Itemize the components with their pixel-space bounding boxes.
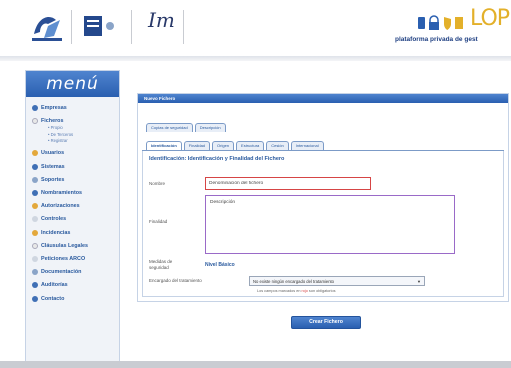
- sidebar-item-incidencias[interactable]: Incidencias: [32, 226, 119, 239]
- sidebar-item-label: Documentación: [41, 269, 82, 276]
- sidebar-item-label: Sistemas: [41, 163, 65, 170]
- sidebar-item-peticiones[interactable]: Peticiones ARCO: [32, 252, 119, 265]
- folder-icon: [32, 117, 38, 124]
- tab-cesion[interactable]: Cesión: [266, 141, 289, 150]
- menu-list: Empresas Ficheros Propio De Terceros Reg…: [26, 97, 119, 305]
- sidebar-item-autorizaciones[interactable]: Autorizaciones: [32, 200, 119, 213]
- brand-icons: [418, 14, 464, 34]
- doc-icon: [455, 17, 463, 29]
- security-label: Medidas de seguridad: [149, 259, 173, 270]
- required-fields-note: Los campos marcados en rojo son obligato…: [257, 289, 336, 293]
- docs-icon: [32, 269, 38, 276]
- encargado-label: Encargado del tratamiento: [149, 278, 202, 283]
- audit-icon: [32, 282, 38, 289]
- tab-copias-seguridad[interactable]: Copias de seguridad: [146, 123, 193, 132]
- sidebar-title: menú: [26, 71, 119, 97]
- submenu-item-registrar[interactable]: Registrar: [48, 138, 119, 145]
- partner-logo-icon: [84, 16, 114, 36]
- tabs-row-2: Identificación Finalidad Origen Estructu…: [146, 141, 324, 150]
- warning-icon: [32, 229, 38, 236]
- header-divider: [0, 56, 511, 61]
- header: Im LOP plataforma privada de gest: [0, 0, 511, 61]
- sidebar-item-label: Soportes: [41, 176, 65, 183]
- check-icon: [32, 216, 38, 223]
- contact-icon: [32, 295, 38, 302]
- lock-icon: [429, 15, 439, 22]
- tab-internacional[interactable]: Internacional: [290, 141, 324, 150]
- sidebar-item-label: Ficheros: [41, 117, 64, 124]
- panel-title: Nuevo Fichero: [138, 94, 508, 103]
- sidebar-item-label: Contacto: [41, 295, 65, 302]
- encargado-select[interactable]: No existe ningún encargado del tratamien…: [249, 276, 425, 286]
- im-logo-text[interactable]: Im: [148, 8, 175, 32]
- sidebar-item-empresas[interactable]: Empresas: [32, 101, 119, 114]
- user-badge-icon: [32, 190, 38, 197]
- tab-origen[interactable]: Origen: [212, 141, 235, 150]
- finalidad-textarea[interactable]: Descripción: [205, 195, 455, 254]
- monitor-icon: [32, 163, 38, 170]
- sidebar-item-label: Empresas: [41, 104, 67, 111]
- new-file-panel: Nuevo Fichero Copias de seguridad Descri…: [137, 93, 509, 302]
- sidebar-item-label: Controles: [41, 216, 67, 223]
- security-level-link[interactable]: Nivel Básico: [205, 262, 235, 268]
- sidebar-item-label: Usuarios: [41, 150, 65, 157]
- sidebar-menu: menú Empresas Ficheros Propio De Tercero…: [25, 70, 120, 362]
- ficheros-submenu: Propio De Terceros Registrar: [32, 125, 119, 145]
- phone-icon: [418, 17, 425, 29]
- disk-icon: [32, 176, 38, 183]
- request-icon: [32, 255, 38, 262]
- sidebar-item-clausulas[interactable]: Cláusulas Legales: [32, 239, 119, 252]
- logo-separator: [131, 10, 132, 44]
- logo-separator: [183, 10, 184, 44]
- encargado-selected-value: No existe ningún encargado del tratamien…: [253, 278, 335, 284]
- sidebar-item-label: Incidencias: [41, 229, 71, 236]
- users-icon: [32, 150, 38, 157]
- tab-identificacion[interactable]: Identificación: [146, 141, 182, 150]
- sidebar-item-sistemas[interactable]: Sistemas: [32, 160, 119, 173]
- company-logo-icon: [32, 16, 62, 41]
- logo-separator: [71, 10, 72, 44]
- sidebar-item-label: Cláusulas Legales: [41, 242, 89, 249]
- brand-logo-text[interactable]: LOP: [470, 6, 510, 31]
- building-icon: [32, 104, 38, 111]
- section-title: Identificación: Identificación y Finalid…: [149, 156, 285, 162]
- sidebar-item-label: Autorizaciones: [41, 203, 80, 210]
- finalidad-label: Finalidad: [149, 219, 168, 224]
- tabs-row-1: Copias de seguridad Descripción: [146, 123, 226, 132]
- nombre-input[interactable]: [205, 177, 371, 190]
- sidebar-item-usuarios[interactable]: Usuarios: [32, 147, 119, 160]
- sidebar-item-nombramientos[interactable]: Nombramientos: [32, 186, 119, 199]
- partner-logo[interactable]: [82, 10, 122, 46]
- chevron-down-icon: ▼: [417, 278, 421, 284]
- company-logo[interactable]: [30, 10, 66, 46]
- key-icon: [32, 203, 38, 210]
- tab-estructura[interactable]: Estructura: [236, 141, 265, 150]
- sidebar-item-soportes[interactable]: Soportes: [32, 173, 119, 186]
- sidebar-item-controles[interactable]: Controles: [32, 213, 119, 226]
- create-file-button[interactable]: Crear Fichero: [291, 316, 361, 329]
- identification-form: Identificación: Identificación y Finalid…: [142, 151, 504, 297]
- nombre-label: Nombre: [149, 181, 166, 186]
- document-icon: [32, 242, 38, 249]
- footer-divider: [0, 361, 511, 368]
- sidebar-item-contacto[interactable]: Contacto: [32, 292, 119, 305]
- sidebar-item-auditorias[interactable]: Auditorías: [32, 279, 119, 292]
- sidebar-item-label: Auditorías: [41, 282, 68, 289]
- sidebar-item-label: Peticiones ARCO: [41, 255, 86, 262]
- tab-descripcion[interactable]: Descripción: [194, 123, 226, 132]
- sidebar-item-label: Nombramientos: [41, 190, 83, 197]
- required-note-pre: Los campos marcados en: [257, 289, 302, 293]
- shield-icon: [444, 17, 451, 30]
- tab-finalidad[interactable]: Finalidad: [183, 141, 211, 150]
- required-note-post: son obligatorios: [307, 289, 336, 293]
- brand-subtitle: plataforma privada de gest: [395, 36, 478, 43]
- sidebar-item-documentacion[interactable]: Documentación: [32, 266, 119, 279]
